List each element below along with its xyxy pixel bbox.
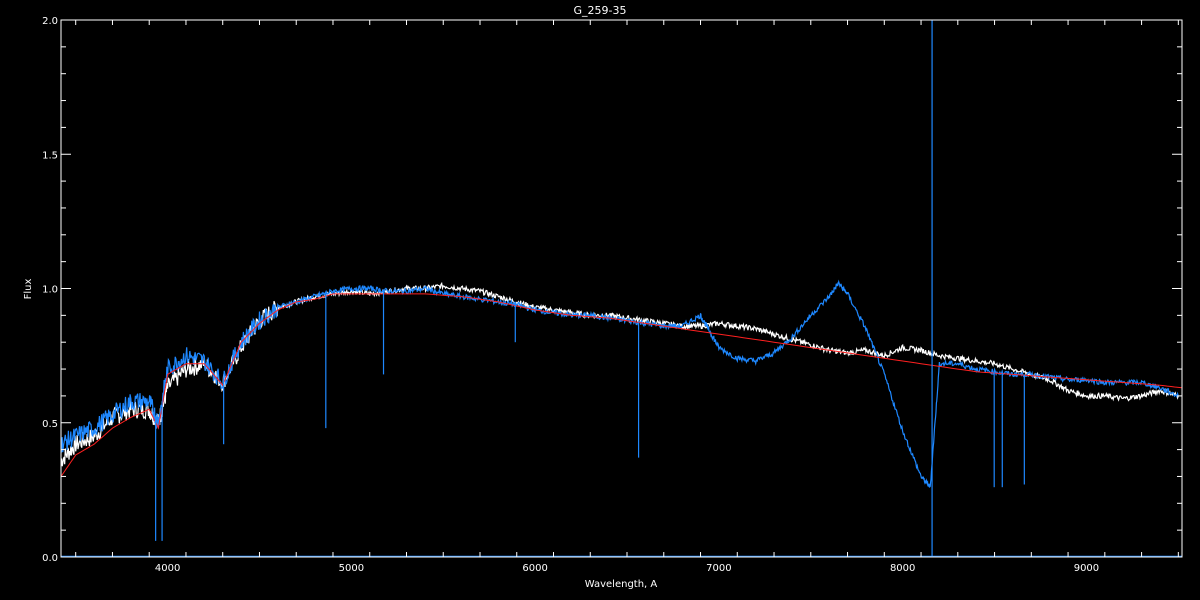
chart-title: G_259-35	[574, 4, 627, 17]
x-tick-label: 6000	[522, 563, 547, 574]
x-tick-label: 5000	[339, 563, 364, 574]
y-tick-label: 1.5	[42, 150, 58, 161]
chart-background	[0, 0, 1200, 600]
x-tick-label: 4000	[155, 563, 180, 574]
x-tick-label: 7000	[706, 563, 731, 574]
y-tick-label: 0.5	[42, 419, 58, 430]
y-axis-title: Flux	[23, 279, 34, 300]
y-tick-label: 0.0	[42, 553, 58, 564]
y-tick-label: 1.0	[42, 285, 58, 296]
x-tick-label: 8000	[890, 563, 915, 574]
x-axis-title: Wavelength, A	[585, 579, 658, 590]
x-tick-label: 9000	[1074, 563, 1099, 574]
y-tick-label: 2.0	[42, 16, 58, 27]
spectrum-chart: G_259-35 4000 5000 6000 7000 8000 9000 0.0 0.5 1…	[0, 0, 1200, 600]
